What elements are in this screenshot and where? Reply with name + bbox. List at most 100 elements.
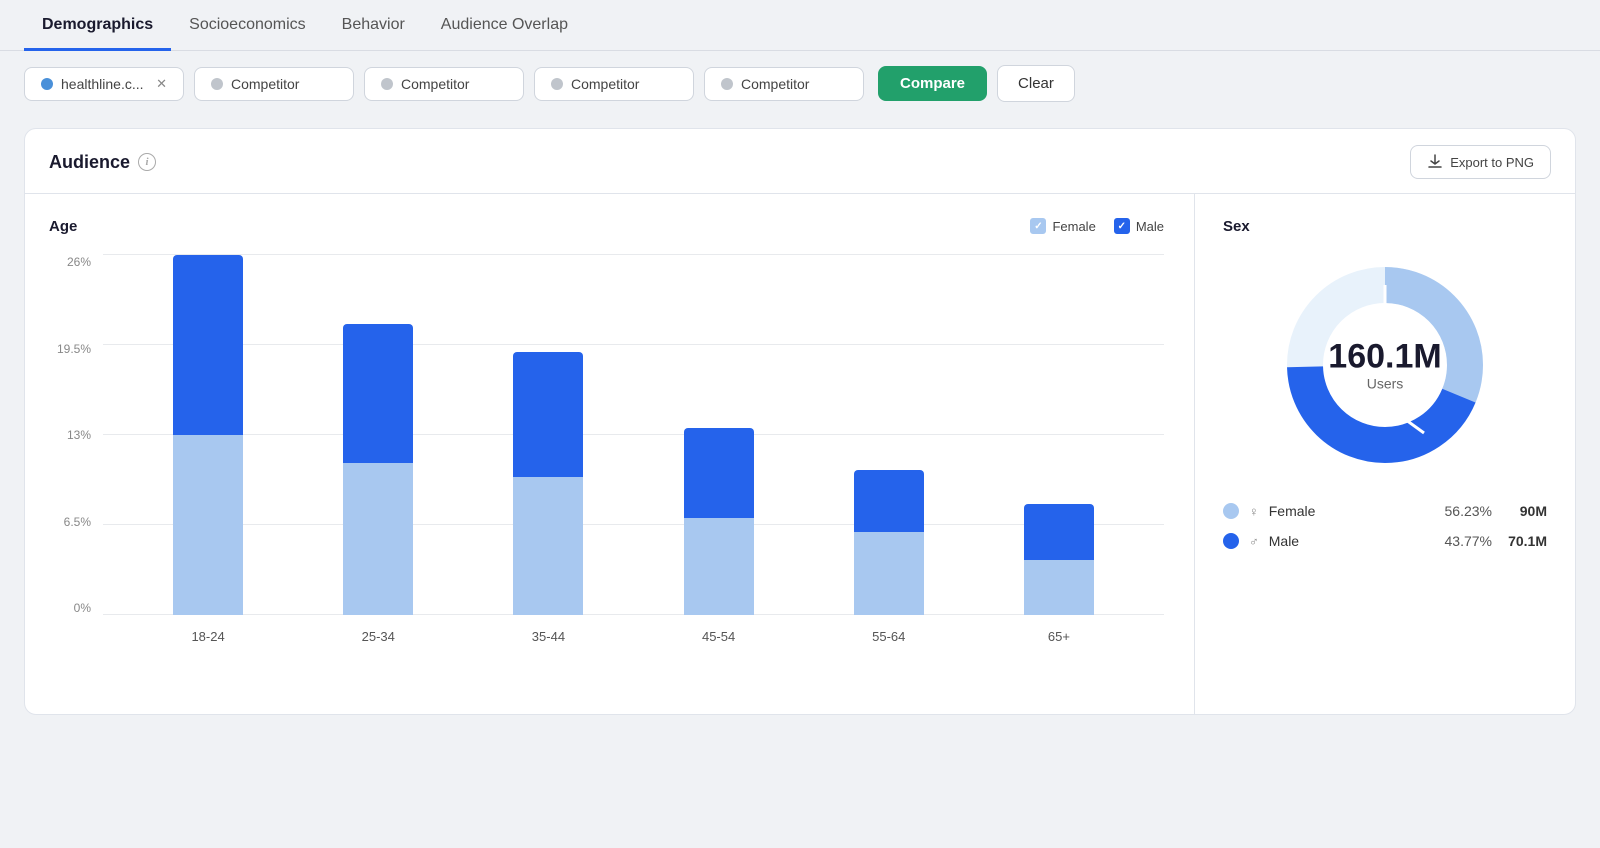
female-sex-dot: [1223, 503, 1239, 519]
sex-male-item: ♂ Male 43.77% 70.1M: [1223, 533, 1547, 549]
bar-45-54: [684, 428, 754, 615]
donut-chart: 160.1M Users: [1275, 255, 1495, 475]
competitor-chip-1[interactable]: Competitor: [194, 67, 354, 101]
y-label-19: 19.5%: [49, 342, 97, 356]
audience-header: Audience i Export to PNG: [25, 129, 1575, 194]
age-header: Age Female Male: [49, 218, 1164, 235]
y-axis: 0% 6.5% 13% 19.5% 26%: [49, 255, 97, 615]
female-sex-label: Female: [1269, 503, 1422, 519]
competitor-text-2: Competitor: [401, 76, 507, 92]
x-label-55-64: 55-64: [804, 629, 974, 644]
x-label-65plus: 65+: [974, 629, 1144, 644]
legend-male[interactable]: Male: [1114, 218, 1164, 234]
competitor-text-3: Competitor: [571, 76, 677, 92]
chart-plot-area: [103, 255, 1164, 615]
bar-18-24-male: [173, 255, 243, 435]
audience-title: Audience i: [49, 152, 156, 173]
y-label-0: 0%: [49, 601, 97, 615]
site-dot: [41, 78, 53, 90]
bar-18-24-female: [173, 435, 243, 615]
x-label-45-54: 45-54: [634, 629, 804, 644]
donut-chart-wrap: 160.1M Users: [1223, 255, 1547, 475]
bar-35-44-male: [513, 352, 583, 477]
bar-group-18-24: [163, 255, 253, 615]
y-label-6: 6.5%: [49, 515, 97, 529]
bar-55-64-male: [854, 470, 924, 532]
bar-chart: 0% 6.5% 13% 19.5% 26%: [49, 255, 1164, 655]
x-label-35-44: 35-44: [463, 629, 633, 644]
bar-group-45-54: [674, 428, 764, 615]
bar-25-34-female: [343, 463, 413, 615]
sex-title: Sex: [1223, 218, 1547, 235]
bar-group-65plus: [1014, 504, 1104, 615]
female-pct: 56.23%: [1432, 503, 1492, 519]
age-title: Age: [49, 218, 77, 235]
competitor-text-4: Competitor: [741, 76, 847, 92]
bar-55-64: [854, 470, 924, 615]
female-count: 90M: [1502, 503, 1547, 519]
female-icon: ♀: [1249, 504, 1259, 519]
y-label-13: 13%: [49, 428, 97, 442]
competitor-chip-3[interactable]: Competitor: [534, 67, 694, 101]
charts-area: Age Female Male: [25, 194, 1575, 714]
donut-center: 160.1M Users: [1328, 338, 1441, 391]
x-label-18-24: 18-24: [123, 629, 293, 644]
sex-legend: ♀ Female 56.23% 90M ♂ Male 43.77% 70.1M: [1223, 503, 1547, 549]
y-label-26: 26%: [49, 255, 97, 269]
donut-users: Users: [1328, 376, 1441, 392]
bar-25-34: [343, 324, 413, 615]
bar-group-25-34: [333, 324, 423, 615]
export-icon: [1427, 154, 1443, 170]
competitor-text-1: Competitor: [231, 76, 337, 92]
bar-18-24: [173, 255, 243, 615]
clear-button[interactable]: Clear: [997, 65, 1075, 102]
male-pct: 43.77%: [1432, 533, 1492, 549]
competitor-dot-3: [551, 78, 563, 90]
sex-female-item: ♀ Female 56.23% 90M: [1223, 503, 1547, 519]
male-icon: ♂: [1249, 534, 1259, 549]
legend: Female Male: [1030, 218, 1164, 234]
x-axis: 18-24 25-34 35-44 45-54 55-64 65+: [103, 617, 1164, 655]
site-chip-close[interactable]: ✕: [156, 76, 167, 92]
bar-group-35-44: [503, 352, 593, 615]
male-count: 70.1M: [1502, 533, 1547, 549]
bar-45-54-female: [684, 518, 754, 615]
female-checkbox[interactable]: [1030, 218, 1046, 234]
competitor-chip-2[interactable]: Competitor: [364, 67, 524, 101]
bar-group-55-64: [844, 470, 934, 615]
competitor-dot-1: [211, 78, 223, 90]
site-chip[interactable]: healthline.c... ✕: [24, 67, 184, 101]
donut-total: 160.1M: [1328, 338, 1441, 375]
tab-socioeconomics[interactable]: Socioeconomics: [171, 0, 324, 51]
audience-title-text: Audience: [49, 152, 130, 173]
bar-55-64-female: [854, 532, 924, 615]
compare-button[interactable]: Compare: [878, 66, 987, 101]
sex-section: Sex: [1195, 194, 1575, 714]
bar-65plus: [1024, 504, 1094, 615]
legend-female[interactable]: Female: [1030, 218, 1095, 234]
competitor-row: healthline.c... ✕ Competitor Competitor …: [0, 51, 1600, 116]
tab-demographics[interactable]: Demographics: [24, 0, 171, 51]
competitor-dot-4: [721, 78, 733, 90]
export-button[interactable]: Export to PNG: [1410, 145, 1551, 179]
audience-card: Audience i Export to PNG Age Female: [24, 128, 1576, 715]
x-label-25-34: 25-34: [293, 629, 463, 644]
age-section: Age Female Male: [25, 194, 1195, 714]
info-icon[interactable]: i: [138, 153, 156, 171]
male-checkbox[interactable]: [1114, 218, 1130, 234]
bars-container: [103, 255, 1164, 615]
bar-65plus-male: [1024, 504, 1094, 559]
bar-25-34-male: [343, 324, 413, 462]
tab-behavior[interactable]: Behavior: [324, 0, 423, 51]
male-sex-dot: [1223, 533, 1239, 549]
bar-35-44-female: [513, 477, 583, 615]
female-legend-label: Female: [1052, 219, 1095, 234]
male-legend-label: Male: [1136, 219, 1164, 234]
tab-audience-overlap[interactable]: Audience Overlap: [423, 0, 586, 51]
site-chip-text: healthline.c...: [61, 76, 148, 92]
bar-65plus-female: [1024, 560, 1094, 615]
bar-35-44: [513, 352, 583, 615]
competitor-chip-4[interactable]: Competitor: [704, 67, 864, 101]
competitor-dot-2: [381, 78, 393, 90]
page-wrapper: Demographics Socioeconomics Behavior Aud…: [0, 0, 1600, 715]
